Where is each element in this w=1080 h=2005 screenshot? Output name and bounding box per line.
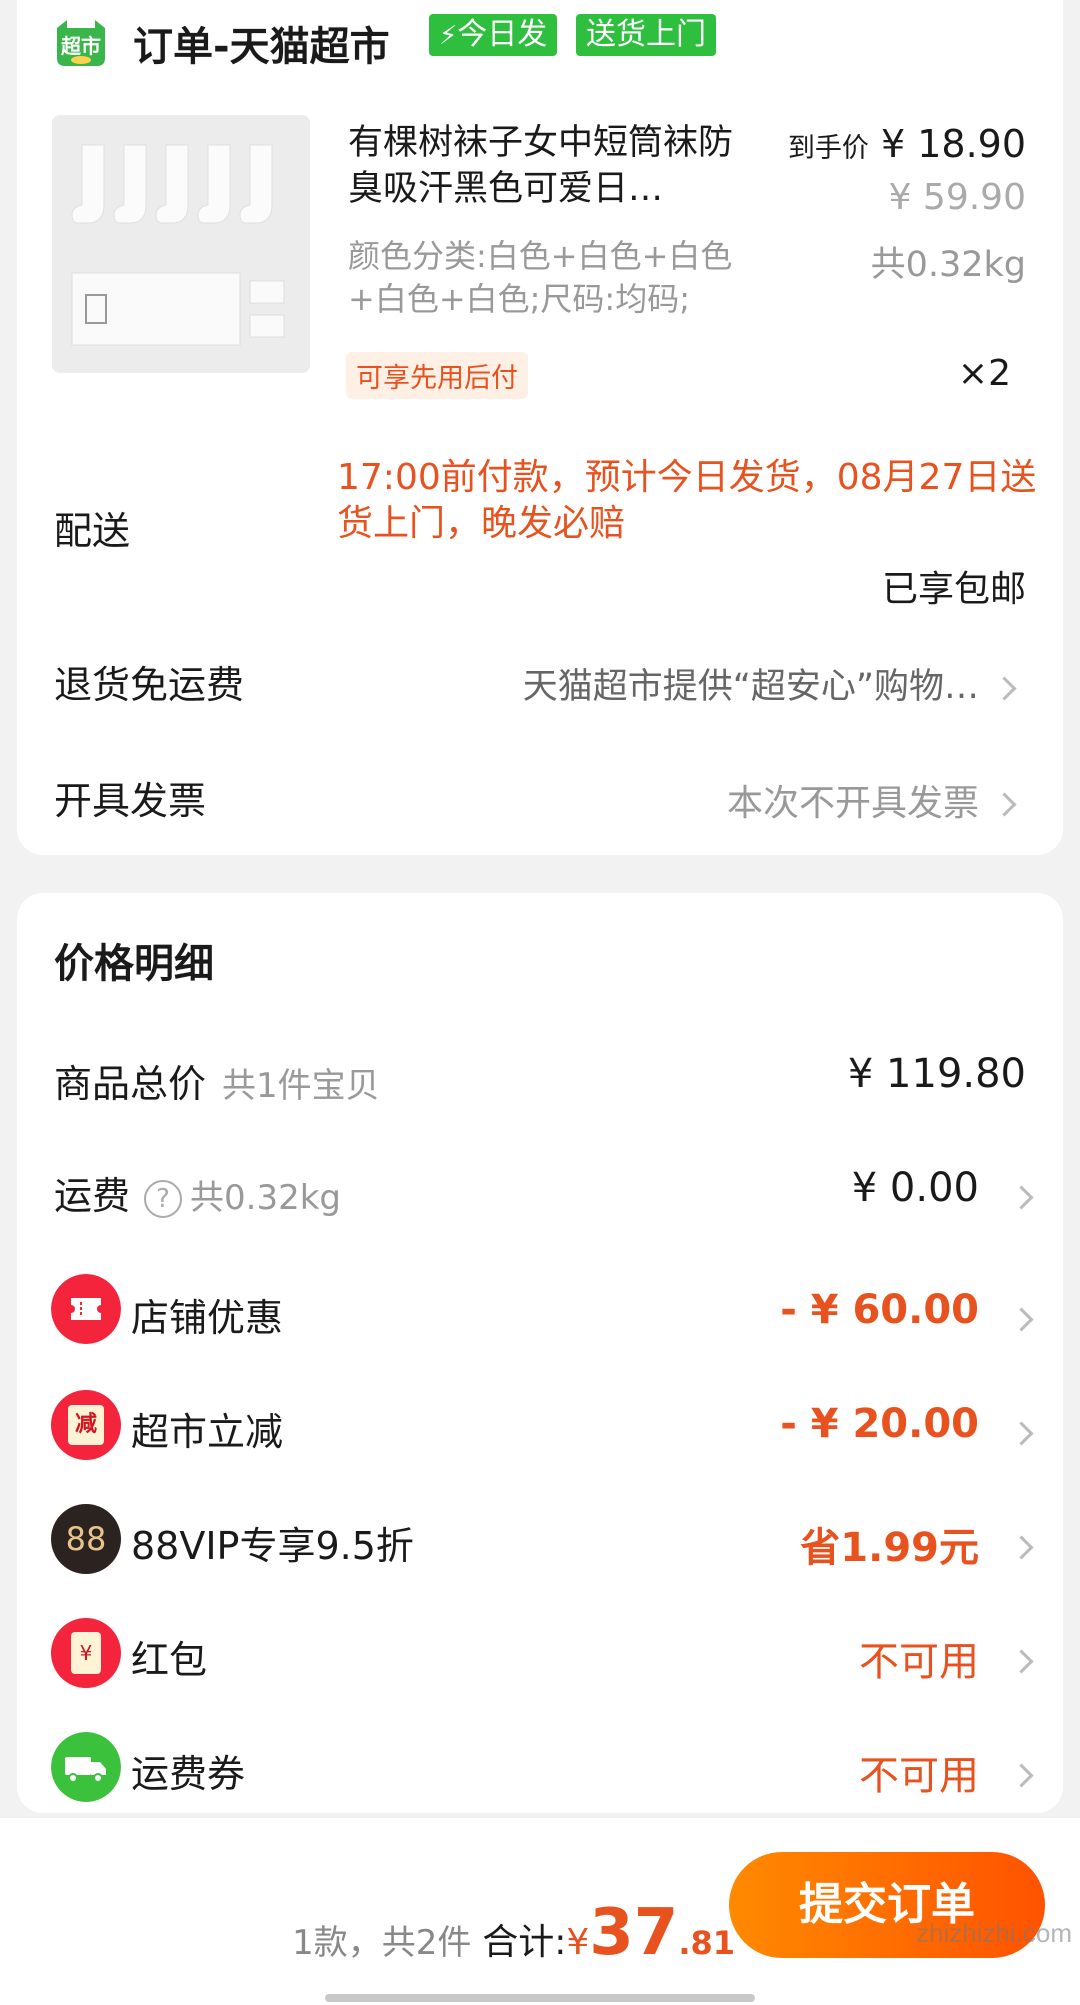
home-indicator[interactable] [325, 1994, 755, 2002]
shop-name: 订单-天猫超市 [133, 24, 390, 70]
delivery-label: 配送 [54, 509, 131, 553]
reduce-icon: 减 [51, 1390, 121, 1460]
currency-symbol: ¥ [566, 1922, 590, 1963]
red-packet-label: 红包 [131, 1638, 208, 1682]
truck-icon [51, 1732, 121, 1802]
chevron-right-icon [1009, 1649, 1034, 1674]
product-sku[interactable]: 颜色分类:白色+白色+白色+白色+白色;尺码:均码; [348, 235, 788, 321]
deal-price: 到手价 ¥ 18.90 [787, 122, 1026, 166]
vip88-icon: 88 [51, 1504, 121, 1574]
price-detail-card: 价格明细 商品总价 共1件宝贝 ¥ 119.80 运费? 共0.32kg ¥ 0.0… [17, 893, 1063, 1813]
total-label: 合计: [482, 1922, 567, 1963]
deal-price-label: 到手价 [787, 133, 869, 164]
chevron-right-icon [992, 792, 1017, 817]
help-icon[interactable]: ? [144, 1179, 183, 1218]
goods-count: 共1件宝贝 [222, 1066, 380, 1106]
watermark: zhizhizhi.com [915, 1918, 1072, 1948]
vip-discount-label: 88VIP专享9.5折 [131, 1524, 414, 1568]
shop-discount-value: - ¥ 60.00 [780, 1287, 979, 1333]
chevron-right-icon [1009, 1185, 1034, 1210]
product-title[interactable]: 有棵树袜子女中短筒袜防臭吸汗黑色可爱日… [348, 120, 748, 212]
chevron-right-icon [1009, 1763, 1034, 1788]
order-summary: 1款，共2件 合计:¥37.81 [292, 1896, 735, 1970]
shipping-coupon-value: 不可用 [859, 1753, 979, 1799]
socks-illustration [52, 115, 310, 373]
coupon-icon [51, 1274, 121, 1344]
item-count: 1款，共2件 [292, 1923, 472, 1963]
invoice-value: 本次不开具发票 [726, 783, 979, 824]
chevron-right-icon [1009, 1307, 1034, 1332]
home-delivery-tag: 送货上门 [576, 14, 716, 56]
shipping-fee-value: ¥ 0.00 [851, 1165, 979, 1211]
chevron-right-icon [1009, 1421, 1034, 1446]
delivery-estimate: 17:00前付款，预计今日发货，08月27日送货上门，晚发必赔 [337, 457, 1037, 544]
supermarket-reduction-value: - ¥ 20.00 [780, 1401, 979, 1447]
chevron-right-icon [1009, 1535, 1034, 1560]
product-image[interactable] [52, 115, 310, 373]
order-card: 超市 订单-天猫超市 ⚡今日发 送货上门 有棵树袜子女中短筒袜防臭吸汗黑色可爱日… [17, 0, 1063, 855]
goods-total-value: ¥ 119.80 [847, 1051, 1026, 1097]
supermarket-reduction-label: 超市立减 [131, 1410, 284, 1454]
product-quantity[interactable]: ×2 [958, 353, 1011, 394]
lightning-icon: ⚡ [439, 21, 458, 51]
total-decimal: .81 [678, 1924, 735, 1962]
shipping-fee-label: 运费? 共0.32kg [54, 1174, 341, 1218]
logo-text: 超市 [61, 34, 101, 58]
price-detail-title: 价格明细 [54, 941, 214, 987]
shipping-weight: 共0.32kg [190, 1178, 341, 1218]
same-day-tag: ⚡今日发 [429, 14, 558, 56]
shop-discount-label: 店铺优惠 [131, 1296, 284, 1340]
return-shipping-label: 退货免运费 [54, 663, 245, 707]
red-packet-value: 不可用 [859, 1639, 979, 1685]
free-shipping-text: 已享包邮 [881, 569, 1026, 610]
pay-later-badge: 可享先用后付 [346, 352, 528, 399]
product-weight: 共0.32kg [870, 245, 1026, 285]
original-price: ¥ 59.90 [888, 177, 1026, 218]
vip-discount-value: 省1.99元 [800, 1525, 979, 1571]
goods-total-label: 商品总价 共1件宝贝 [54, 1062, 380, 1106]
invoice-label: 开具发票 [54, 779, 207, 823]
red-packet-icon: ¥ [51, 1618, 121, 1688]
chevron-right-icon [992, 676, 1017, 701]
shipping-coupon-label: 运费券 [131, 1752, 246, 1796]
return-shipping-value: 天猫超市提供“超安心”购物… [522, 667, 979, 707]
checkout-bar: 1款，共2件 合计:¥37.81 提交订单 zhizhizhi.com [0, 1818, 1080, 2005]
total-integer: 37 [589, 1896, 679, 1970]
